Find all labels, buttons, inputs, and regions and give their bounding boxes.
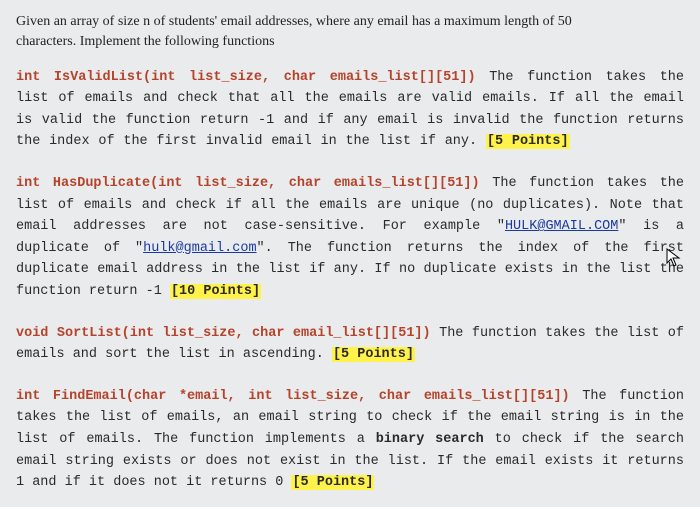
points-4: [5 Points] xyxy=(291,475,374,490)
function-block-3: void SortList(int list_size, char email_… xyxy=(16,323,684,366)
function-block-4: int FindEmail(char *email, int list_size… xyxy=(16,386,684,494)
points-2: [10 Points] xyxy=(170,284,261,299)
points-1: [5 Points] xyxy=(486,134,570,149)
function-signature-2: int HasDuplicate(int list_size, char ema… xyxy=(16,176,480,191)
email-link-lower: hulk@gmail.com xyxy=(143,241,256,256)
intro-text: Given an array of size n of students' em… xyxy=(16,12,684,53)
binary-search-bold: binary search xyxy=(376,432,484,447)
function-signature-3: void SortList(int list_size, char email_… xyxy=(16,326,431,341)
function-signature-4: int FindEmail(char *email, int list_size… xyxy=(16,389,570,404)
points-3: [5 Points] xyxy=(332,347,415,362)
function-signature-1: int IsValidList(int list_size, char emai… xyxy=(16,70,476,85)
function-block-1: int IsValidList(int list_size, char emai… xyxy=(16,67,684,153)
intro-line-1: Given an array of size n of students' em… xyxy=(16,14,572,29)
function-block-2: int HasDuplicate(int list_size, char ema… xyxy=(16,173,684,303)
intro-line-2: characters. Implement the following func… xyxy=(16,34,275,49)
email-link-upper: HULK@GMAIL.COM xyxy=(505,219,618,234)
